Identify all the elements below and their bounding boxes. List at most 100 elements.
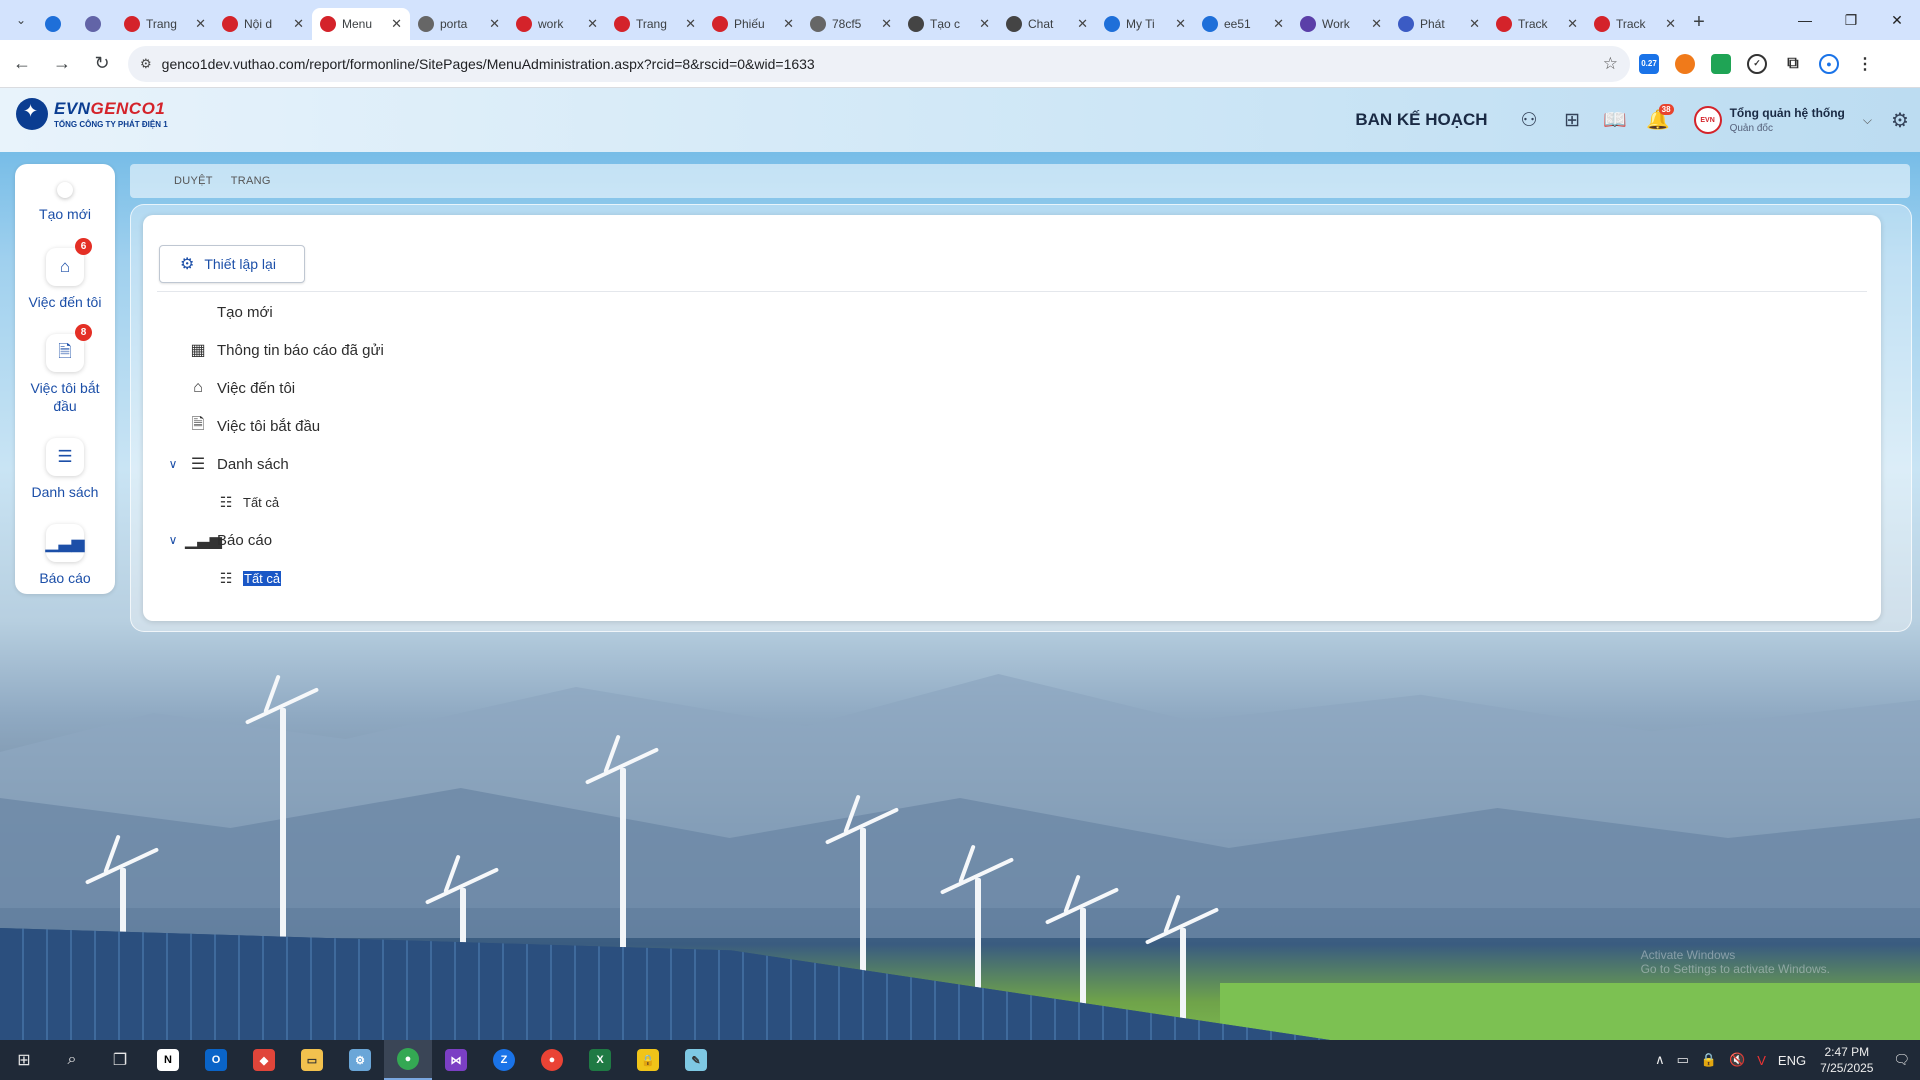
display-icon[interactable]: ▭ (1677, 1052, 1689, 1068)
tab-close-icon[interactable]: ✕ (489, 16, 500, 32)
close-window-button[interactable]: ✕ (1874, 0, 1920, 40)
profile-icon[interactable]: ● (1812, 47, 1846, 81)
extension-orange-icon[interactable] (1668, 47, 1702, 81)
extension-badge-icon[interactable]: 0.27 (1632, 47, 1666, 81)
tab-close-icon[interactable]: ✕ (685, 16, 696, 32)
tree-item-bao-cao[interactable]: ∨ ▁▃▅ Báo cáo (161, 527, 272, 553)
lock-icon[interactable]: 🔒 (1701, 1052, 1717, 1068)
tab-search-button[interactable]: ⌄ (6, 6, 36, 34)
browser-tab[interactable]: Work ✕ (1292, 8, 1390, 40)
browser-tab[interactable]: Phát ✕ (1390, 8, 1488, 40)
reset-button[interactable]: ⚙ Thiết lập lại (159, 245, 305, 283)
tree-item-bao-cao-tat-ca[interactable]: ☷ Tất cả (213, 565, 282, 591)
browser-tab[interactable]: Track ✕ (1586, 8, 1684, 40)
sidebar-item-viec-toi-bat-dau[interactable]: 🗎 8 Việc tôi bắt đầu (15, 324, 115, 415)
tab-close-icon[interactable]: ✕ (1077, 16, 1088, 32)
excel-app-icon[interactable]: X (576, 1040, 624, 1080)
sidebar-item-viec-den-toi[interactable]: ⌂ 6 Việc đến tôi (15, 238, 115, 311)
extensions-puzzle-icon[interactable]: ⧉ (1776, 47, 1810, 81)
anydesk-app-icon[interactable]: ◆ (240, 1040, 288, 1080)
outlook-app-icon[interactable]: O (192, 1040, 240, 1080)
users-icon[interactable]: ⚇ (1508, 100, 1551, 140)
browser-tab[interactable]: porta ✕ (410, 8, 508, 40)
tree-item-viec-toi-bat-dau[interactable]: 🗎 Việc tôi bắt đầu (185, 413, 321, 439)
notification-bell-icon[interactable]: 🔔 38 (1637, 100, 1680, 140)
notion-app-icon[interactable]: N (144, 1040, 192, 1080)
chevron-down-icon[interactable]: ∨ (161, 457, 185, 471)
sidebar-item-danh-sach[interactable]: ☰ Danh sách (15, 438, 115, 501)
zalo-app-icon[interactable]: Z (480, 1040, 528, 1080)
new-tab-button[interactable]: + (1684, 11, 1714, 34)
chevron-down-icon[interactable]: ⌵ (1863, 113, 1872, 128)
reload-button[interactable]: ↻ (84, 46, 120, 82)
browser-tab[interactable]: work ✕ (508, 8, 606, 40)
minimize-button[interactable]: — (1782, 0, 1828, 40)
unikey-icon[interactable]: V (1757, 1053, 1766, 1068)
tools-app-icon[interactable]: ⚙ (336, 1040, 384, 1080)
logo[interactable]: EVNGENCO1 TỔNG CÔNG TY PHÁT ĐIỆN 1 (16, 98, 168, 130)
notification-center-icon[interactable]: 🗨 (1893, 1052, 1910, 1068)
tree-item-tao-moi[interactable]: Tạo mới (185, 299, 273, 325)
tab-close-icon[interactable]: ✕ (391, 16, 402, 32)
tab-close-icon[interactable]: ✕ (979, 16, 990, 32)
tab-close-icon[interactable]: ✕ (1175, 16, 1186, 32)
clock[interactable]: 2:47 PM 7/25/2025 (1820, 1044, 1873, 1076)
chrome-app-icon[interactable]: ● (384, 1040, 432, 1080)
tab-close-icon[interactable]: ✕ (1469, 16, 1480, 32)
tree-item-danh-sach[interactable]: ∨ ☰ Danh sách (161, 451, 289, 477)
site-info-icon[interactable]: ⚙ (140, 56, 152, 72)
chevron-up-icon[interactable]: ∧ (1655, 1052, 1665, 1068)
tab-close-icon[interactable]: ✕ (1371, 16, 1382, 32)
tree-item-viec-den-toi[interactable]: ⌂ Việc đến tôi (185, 375, 295, 401)
browser-tab[interactable]: Tạo c ✕ (900, 8, 998, 40)
breadcrumb-item-trang[interactable]: TRANG (231, 175, 271, 187)
language-indicator[interactable]: ENG (1778, 1053, 1806, 1068)
browser-tab[interactable]: Track ✕ (1488, 8, 1586, 40)
browser-tab[interactable]: My Ti ✕ (1096, 8, 1194, 40)
apps-grid-icon[interactable]: ⊞ (1551, 100, 1594, 140)
chevron-down-icon[interactable]: ∨ (161, 533, 185, 547)
task-view-icon[interactable]: ❐ (96, 1040, 144, 1080)
lock-app-icon[interactable]: 🔒 (624, 1040, 672, 1080)
browser-tab[interactable]: Trang ✕ (116, 8, 214, 40)
bookmark-star-icon[interactable]: ☆ (1603, 54, 1618, 74)
chrome-app-icon-2[interactable]: ● (528, 1040, 576, 1080)
notepad-app-icon[interactable]: ✎ (672, 1040, 720, 1080)
forward-button[interactable]: → (44, 46, 80, 82)
tab-close-icon[interactable]: ✕ (195, 16, 206, 32)
department-title[interactable]: BAN KẾ HOẠCH (1355, 110, 1487, 130)
url-text[interactable]: genco1dev.vuthao.com/report/formonline/S… (162, 56, 1603, 72)
browser-tab[interactable]: 78cf5 ✕ (802, 8, 900, 40)
file-explorer-icon[interactable]: ▭ (288, 1040, 336, 1080)
sidebar-item-tao-moi[interactable]: Tạo mới (15, 182, 115, 223)
browser-tab[interactable]: Nội d ✕ (214, 8, 312, 40)
tab-close-icon[interactable]: ✕ (881, 16, 892, 32)
extension-green-icon[interactable] (1704, 47, 1738, 81)
tab-close-icon[interactable]: ✕ (293, 16, 304, 32)
gear-icon[interactable]: ⚙ (1880, 108, 1920, 133)
pinned-tab[interactable] (36, 8, 76, 40)
browser-tab[interactable]: Phiếu ✕ (704, 8, 802, 40)
address-bar[interactable]: ⚙ genco1dev.vuthao.com/report/formonline… (128, 45, 1630, 82)
browser-tab[interactable]: ee51 ✕ (1194, 8, 1292, 40)
extension-shield-icon[interactable]: ✓ (1740, 47, 1774, 81)
active-tab[interactable]: Menu ✕ (312, 8, 410, 40)
user-menu[interactable]: EVN Tổng quản hệ thống Quản đốc ⌵ (1693, 106, 1872, 134)
restore-button[interactable]: ❐ (1828, 0, 1874, 40)
browser-tab[interactable]: Chat ✕ (998, 8, 1096, 40)
volume-muted-icon[interactable]: 🔇 (1729, 1052, 1745, 1068)
tab-close-icon[interactable]: ✕ (783, 16, 794, 32)
tab-close-icon[interactable]: ✕ (1567, 16, 1578, 32)
tab-close-icon[interactable]: ✕ (587, 16, 598, 32)
tab-close-icon[interactable]: ✕ (1273, 16, 1284, 32)
visual-studio-icon[interactable]: ⋈ (432, 1040, 480, 1080)
pinned-tab[interactable] (76, 8, 116, 40)
browser-menu-icon[interactable]: ⋮ (1848, 47, 1882, 81)
browser-tab[interactable]: Trang ✕ (606, 8, 704, 40)
sidebar-item-bao-cao[interactable]: ▁▃▅ Báo cáo (15, 524, 115, 587)
tree-item-danh-sach-tat-ca[interactable]: ☷ Tất cả (213, 489, 279, 515)
book-icon[interactable]: 📖 (1594, 100, 1637, 140)
start-button[interactable]: ⊞ (0, 1040, 48, 1080)
breadcrumb-item-duyet[interactable]: DUYỆT (174, 175, 213, 187)
search-icon[interactable]: ⌕ (48, 1040, 96, 1080)
